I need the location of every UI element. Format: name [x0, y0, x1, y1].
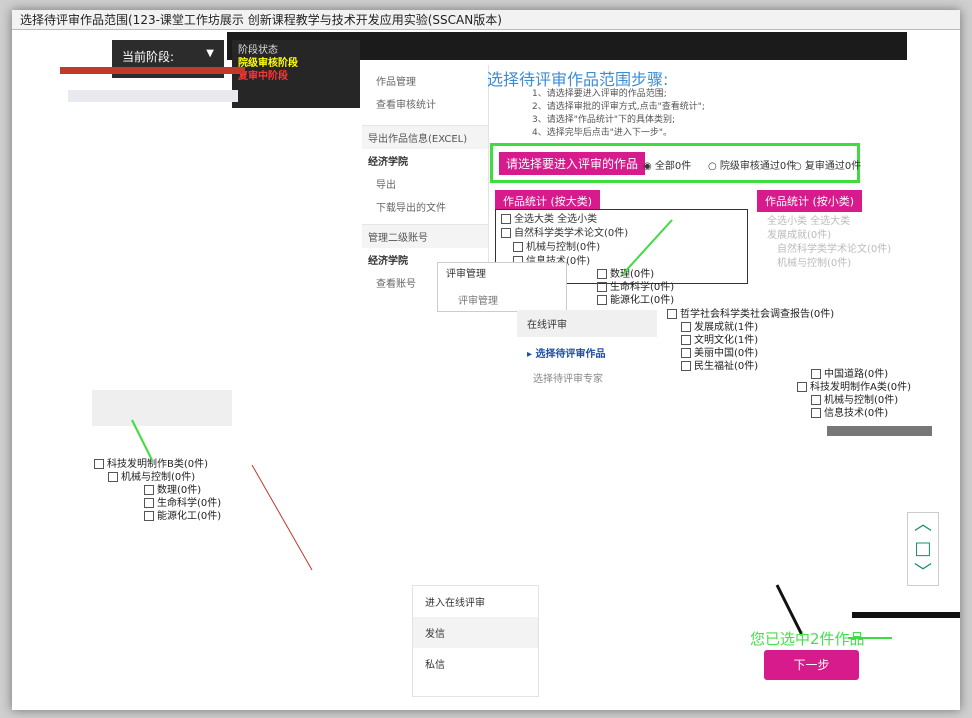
annotation-line: [621, 219, 673, 276]
selected-count: 您已选中2件作品: [750, 630, 865, 648]
annotation-line: [131, 419, 153, 461]
next-step-button[interactable]: 下一步: [764, 650, 859, 680]
annotation-line: [251, 464, 313, 571]
annotation-lines: [131, 219, 892, 639]
browser-window: 选择待评审作品范围(123-课堂工作坊展示 创新课程教学与技术开发应用实验(SS…: [12, 10, 960, 710]
